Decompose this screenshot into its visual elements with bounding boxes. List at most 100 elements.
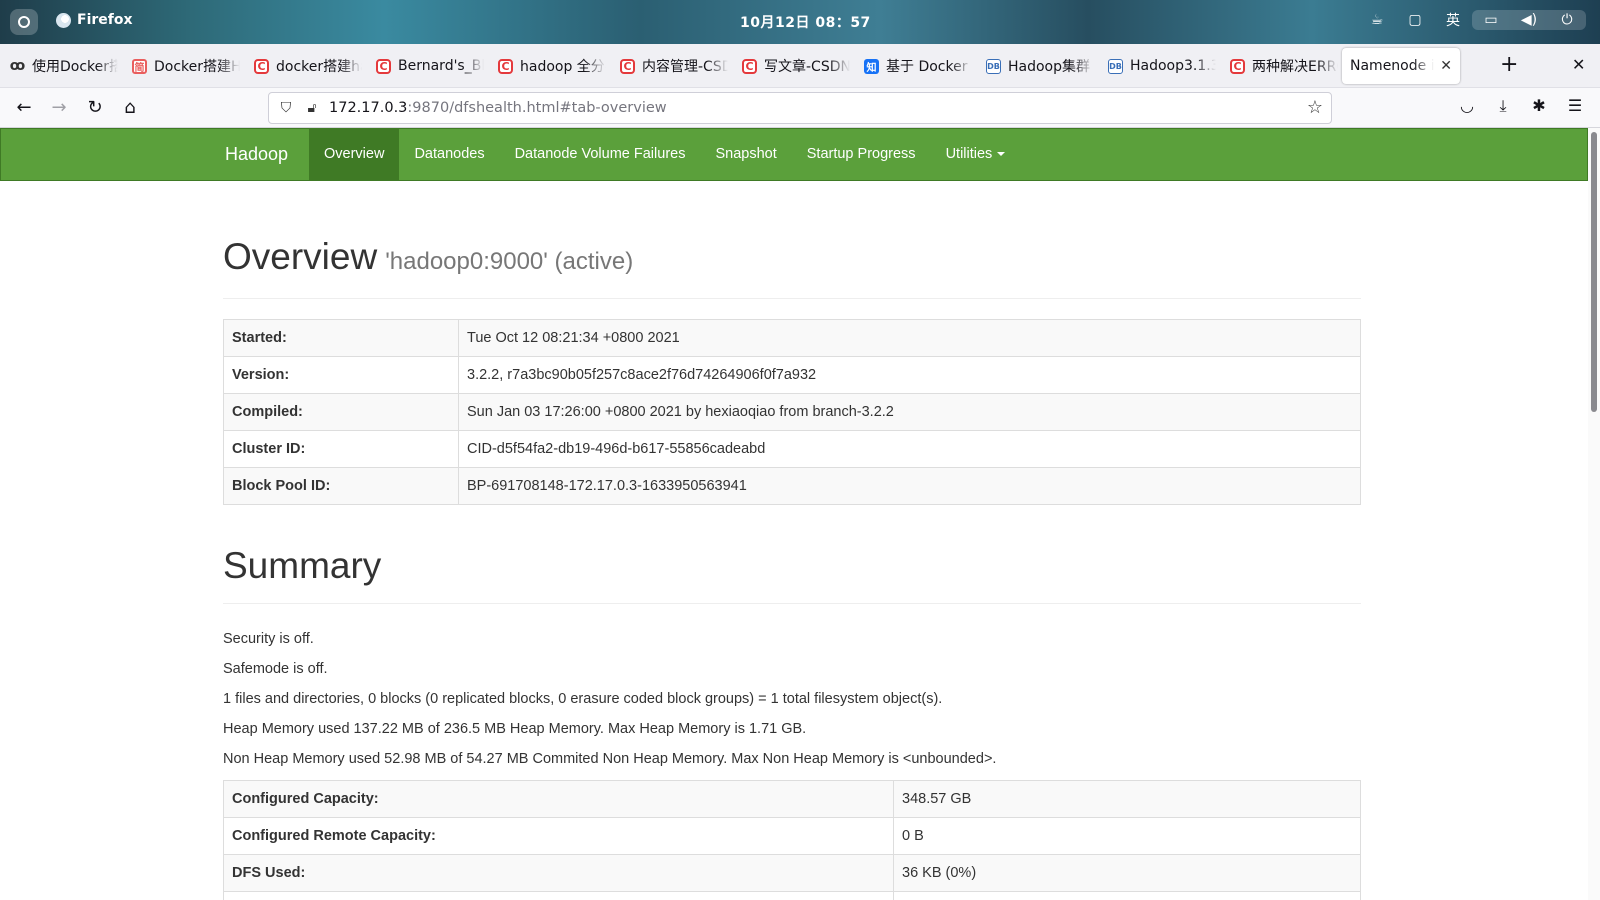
row-key: Compiled: <box>223 392 459 431</box>
table-row: Version: 3.2.2, r7a3bc90b05f257c8ace2f76d… <box>223 355 1361 394</box>
tab-title: 使用Docker搭建 <box>32 59 118 75</box>
tab-title: Docker搭建Ha <box>154 59 240 75</box>
hadoop-nav-menu: Overview Datanodes Datanode Volume Failu… <box>309 129 1020 180</box>
row-value: 348.57 GB <box>893 779 1361 818</box>
browser-tab[interactable]: C Bernard's_Blog <box>376 44 484 88</box>
tab-title: 内容管理-CSDN <box>642 59 728 75</box>
reload-button[interactable]: ↻ <box>83 96 107 120</box>
browser-tab[interactable]: 知 基于 Docker <box>864 44 972 88</box>
summary-lines: Security is off. Safemode is off. 1 file… <box>223 624 1361 774</box>
security-status: Security is off. <box>223 630 314 647</box>
pocket-icon[interactable]: ◡ <box>1455 96 1479 115</box>
status-menu[interactable]: ▭ ◀) ⏻ <box>1472 10 1586 30</box>
close-window-icon[interactable]: ✕ <box>1572 55 1585 74</box>
tab-title: Hadoop3.1.3 <box>1130 58 1216 74</box>
filesystem-objects: 1 files and directories, 0 blocks (0 rep… <box>223 690 943 707</box>
extensions-icon[interactable]: ✱ <box>1527 96 1551 115</box>
nav-datanodes[interactable]: Datanodes <box>399 129 499 180</box>
home-button[interactable]: ⌂ <box>118 96 142 120</box>
non-heap-memory: Non Heap Memory used 52.98 MB of 54.27 M… <box>223 750 997 767</box>
nav-snapshot[interactable]: Snapshot <box>700 129 791 180</box>
browser-tab[interactable]: ꝏ 使用Docker搭建 <box>10 44 118 88</box>
csdn-icon: C <box>1230 58 1245 74</box>
main-content: Overview 'hadoop0:9000' (active) Started:… <box>223 181 1361 900</box>
summary-title: Summary <box>223 545 1361 604</box>
close-tab-icon[interactable]: ✕ <box>1440 58 1452 74</box>
summary-table: Configured Capacity: 348.57 GB Configured… <box>223 779 1361 900</box>
heap-memory: Heap Memory used 137.22 MB of 236.5 MB H… <box>223 720 807 737</box>
forward-button[interactable]: → <box>47 96 71 120</box>
caret-down-icon <box>997 152 1006 157</box>
jianshu-icon: 简 <box>132 58 147 74</box>
browser-tab[interactable]: 简 Docker搭建Ha <box>132 44 240 88</box>
safemode-status: Safemode is off. <box>223 660 328 677</box>
page-scrollbar[interactable] <box>1588 128 1600 900</box>
row-key: Block Pool ID: <box>223 466 459 505</box>
browser-tab[interactable]: C 写文章-CSDN <box>742 44 850 88</box>
browser-toolbar: ← → ↻ ⌂ ⛉ 🔓︎ 172.17.0.3:9870/dfshealth.h… <box>0 88 1600 128</box>
url-path: :9870/dfshealth.html#tab-overview <box>407 100 667 116</box>
menu-icon[interactable]: ☰ <box>1563 96 1587 115</box>
row-key: Configured Remote Capacity: <box>223 816 894 855</box>
row-value: Tue Oct 12 08:21:34 +0800 2021 <box>458 318 1361 357</box>
power-icon: ⏻ <box>1561 12 1573 28</box>
os-top-bar: Firefox 10月12日 08：57 ☕ ▢ 英 ▭ ◀) ⏻ <box>0 0 1600 44</box>
row-key: Started: <box>223 318 459 357</box>
browser-tab[interactable]: C 内容管理-CSDN <box>620 44 728 88</box>
csdn-icon: C <box>254 58 269 74</box>
hadoop-navbar: Hadoop Overview Datanodes Datanode Volum… <box>0 128 1588 181</box>
clipboard-icon[interactable]: ▢ <box>1396 12 1434 28</box>
tab-title: Hadoop集群 <box>1008 59 1091 75</box>
csdn-icon: C <box>376 58 391 74</box>
csdn-icon: C <box>742 58 757 74</box>
shield-icon[interactable]: ⛉ <box>277 100 295 116</box>
nav-overview[interactable]: Overview <box>309 129 400 180</box>
tab-title: docker搭建hadoop <box>276 59 362 75</box>
system-tray: ☕ ▢ 英 ▭ ◀) ⏻ <box>1358 10 1586 30</box>
table-row: Started: Tue Oct 12 08:21:34 +0800 2021 <box>223 318 1361 357</box>
input-method-indicator[interactable]: 英 <box>1434 10 1472 30</box>
new-tab-button[interactable]: + <box>1500 54 1518 76</box>
row-key: Version: <box>223 355 459 394</box>
row-value: CID-d5f54fa2-db19-496d-b617-55856cadeabd <box>458 429 1361 468</box>
overview-header: Overview 'hadoop0:9000' (active) <box>223 236 1361 299</box>
nav-utilities-label: Utilities <box>945 146 993 162</box>
firefox-icon <box>56 12 71 28</box>
volume-icon: ◀) <box>1520 12 1538 28</box>
nav-startup-progress[interactable]: Startup Progress <box>792 129 931 180</box>
overview-title: Overview <box>223 236 378 277</box>
address-bar[interactable]: ⛉ 🔓︎ 172.17.0.3:9870/dfshealth.html#tab-… <box>268 92 1332 124</box>
page-viewport: Hadoop Overview Datanodes Datanode Volum… <box>0 128 1588 900</box>
nav-utilities-dropdown[interactable]: Utilities <box>931 129 1021 180</box>
scrollbar-thumb[interactable] <box>1591 132 1597 412</box>
browser-tab-strip: ꝏ 使用Docker搭建 简 Docker搭建Ha C docker搭建hado… <box>0 44 1600 88</box>
downloads-icon[interactable]: ⤓ <box>1491 96 1515 116</box>
bookmark-star-icon[interactable]: ☆ <box>1307 97 1323 118</box>
row-key: Configured Capacity: <box>223 779 894 818</box>
table-row: Block Pool ID: BP-691708148-172.17.0.3-16… <box>223 466 1361 505</box>
tab-title: 写文章-CSDN <box>764 59 850 75</box>
insecure-lock-icon[interactable]: 🔓︎ <box>303 100 321 116</box>
gpu-monitor-icon[interactable]: ☕ <box>1358 12 1396 28</box>
ubuntu-icon: ꝏ <box>10 58 26 74</box>
row-value: BP-691708148-172.17.0.3-1633950563941 <box>458 466 1361 505</box>
hadoop-brand-link[interactable]: Hadoop <box>225 129 288 180</box>
browser-tab[interactable]: C hadoop 全分布 <box>498 44 606 88</box>
system-clock[interactable]: 10月12日 08：57 <box>740 12 871 32</box>
row-key <box>223 890 894 900</box>
table-row: Configured Remote Capacity: 0 B <box>223 816 1361 855</box>
activities-icon <box>18 16 30 28</box>
browser-tab[interactable]: DB Hadoop3.1.3 <box>1108 44 1216 88</box>
focused-app-indicator[interactable]: Firefox <box>56 12 133 28</box>
nav-datanode-volume-failures[interactable]: Datanode Volume Failures <box>500 129 701 180</box>
table-row: Compiled: Sun Jan 03 17:26:00 +0800 2021 … <box>223 392 1361 431</box>
activities-button[interactable] <box>10 9 38 35</box>
table-row: Cluster ID: CID-d5f54fa2-db19-496d-b617-5… <box>223 429 1361 468</box>
browser-tab[interactable]: C 两种解决ERROR <box>1230 44 1338 88</box>
browser-tab-active[interactable]: Namenode information ✕ <box>1342 48 1460 84</box>
back-button[interactable]: ← <box>12 96 36 120</box>
row-value: 3.2.2, r7a3bc90b05f257c8ace2f76d74264906… <box>458 355 1361 394</box>
browser-tab[interactable]: C docker搭建hadoop <box>254 44 362 88</box>
browser-tab[interactable]: DB Hadoop集群 <box>986 44 1094 88</box>
tab-title: hadoop 全分布 <box>520 59 606 75</box>
